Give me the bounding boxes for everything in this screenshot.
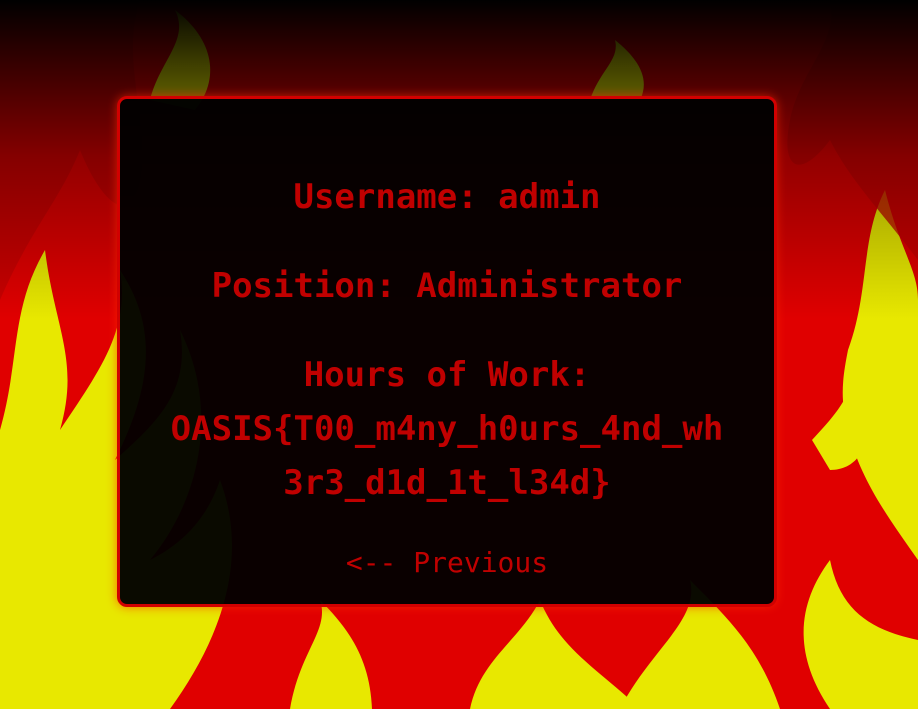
- hours-of-work-label: Hours of Work:: [303, 355, 591, 395]
- hours-of-work-value-line-2: 3r3_d1d_1t_l34d}: [283, 463, 611, 503]
- hours-of-work-value-line-1: OASIS{T00_m4ny_h0urs_4nd_wh: [170, 409, 724, 449]
- position-text: Position: Administrator: [211, 266, 683, 306]
- username-text: Username: admin: [293, 177, 601, 217]
- user-profile-card: Username: admin Position: Administrator …: [117, 96, 777, 607]
- previous-link[interactable]: <-- Previous: [120, 545, 774, 581]
- page-scene: Username: admin Position: Administrator …: [0, 0, 918, 709]
